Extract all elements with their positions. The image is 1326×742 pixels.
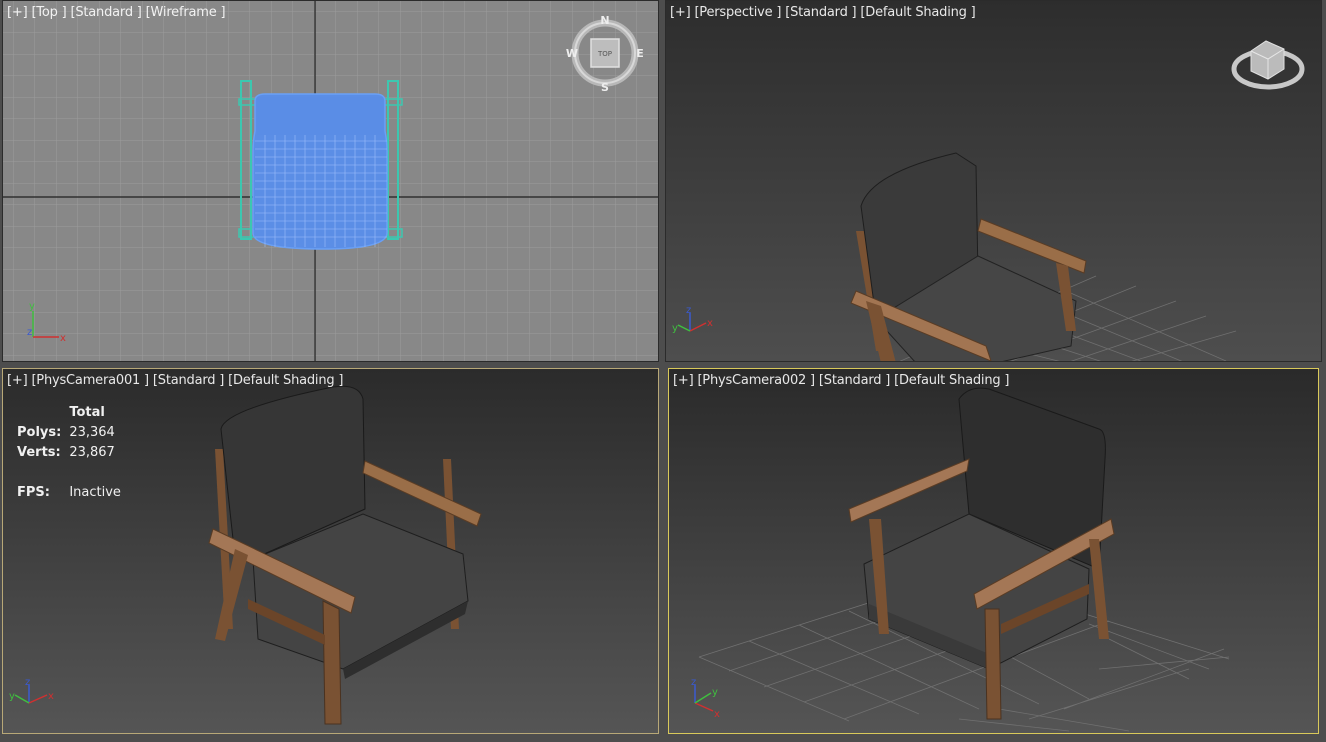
viewport-point-of-view-menu[interactable]: [Top ] [31, 5, 66, 20]
chair-model-perspective[interactable] [850, 152, 1087, 362]
svg-text:y: y [9, 691, 15, 702]
stats-fps-value: Inactive [69, 485, 121, 500]
statistics-overlay: Total Polys: 23,364 Verts: 23,867 FPS: Inac… [17, 403, 129, 503]
svg-text:z: z [27, 327, 32, 338]
svg-text:x: x [714, 709, 720, 720]
stats-fps-label: FPS: [17, 485, 50, 500]
stats-header: Total [69, 405, 105, 420]
viewport-shading-menu[interactable]: [Wireframe ] [146, 5, 226, 20]
chair-model-camera1[interactable] [208, 385, 482, 725]
viewport-label-top: [+] [Top ] [Standard ] [Wireframe ] [7, 5, 229, 20]
stats-verts-label: Verts: [17, 445, 61, 460]
svg-text:x: x [60, 333, 66, 344]
viewport-physcamera001[interactable]: z x y [+] [PhysCamera001 ] [Standard ] [Def… [2, 368, 659, 734]
top-viewport-canvas: TOP N S E W y x z [3, 1, 658, 361]
perspective-viewport-canvas: z x y [672, 40, 1305, 362]
stats-verts-value: 23,867 [69, 445, 115, 460]
axis-tripod: z x y [9, 677, 54, 704]
svg-text:z: z [691, 677, 696, 688]
viewport-menu-plus[interactable]: [+] [673, 373, 694, 388]
viewport-preset-menu[interactable]: [Standard ] [70, 5, 141, 20]
viewport-physcamera002[interactable]: z x y [+] [PhysCamera002 ] [Standard ] [Def… [668, 368, 1319, 734]
viewport-perspective[interactable]: z x y [+] [Perspective ] [Standard ] [Defau… [665, 0, 1322, 362]
viewport-point-of-view-menu[interactable]: [Perspective ] [694, 5, 781, 20]
compass-west[interactable]: W [566, 47, 578, 60]
svg-text:y: y [29, 301, 35, 312]
viewport-shading-menu[interactable]: [Default Shading ] [894, 373, 1009, 388]
axis-tripod: z x y [672, 305, 713, 334]
compass-south[interactable]: S [601, 81, 609, 94]
viewport-layout: TOP N S E W y x z [+] [Top ] [Standard ] [W… [0, 0, 1326, 742]
viewport-shading-menu[interactable]: [Default Shading ] [860, 5, 975, 20]
chair-wireframe-top[interactable] [238, 80, 403, 250]
camera2-viewport-canvas: z x y [691, 387, 1230, 732]
stats-polys-value: 23,364 [69, 425, 115, 440]
svg-text:x: x [48, 691, 54, 702]
viewport-menu-plus[interactable]: [+] [670, 5, 691, 20]
svg-text:z: z [686, 305, 691, 316]
svg-text:y: y [712, 687, 718, 698]
viewport-point-of-view-menu[interactable]: [PhysCamera001 ] [31, 373, 149, 388]
viewport-menu-plus[interactable]: [+] [7, 5, 28, 20]
viewport-label-perspective: [+] [Perspective ] [Standard ] [Default Sha… [670, 5, 980, 20]
svg-text:z: z [25, 677, 30, 688]
viewcube-face-label: TOP [597, 50, 612, 58]
svg-text:y: y [672, 323, 678, 334]
viewport-point-of-view-menu[interactable]: [PhysCamera002 ] [697, 373, 815, 388]
viewport-menu-plus[interactable]: [+] [7, 373, 28, 388]
viewcube-perspective[interactable] [1231, 40, 1305, 90]
axis-tripod: z x y [691, 677, 720, 720]
compass-east[interactable]: E [636, 47, 644, 60]
chair-model-camera2[interactable] [848, 387, 1115, 720]
compass-north[interactable]: N [600, 14, 609, 27]
viewport-label-camera1: [+] [PhysCamera001 ] [Standard ] [Default S… [7, 373, 347, 388]
svg-text:x: x [707, 318, 713, 329]
viewport-top[interactable]: TOP N S E W y x z [+] [Top ] [Standard ] [W… [2, 0, 659, 362]
viewport-shading-menu[interactable]: [Default Shading ] [228, 373, 343, 388]
viewport-preset-menu[interactable]: [Standard ] [819, 373, 890, 388]
viewport-label-camera2: [+] [PhysCamera002 ] [Standard ] [Default S… [673, 373, 1013, 388]
stats-polys-label: Polys: [17, 425, 62, 440]
viewport-preset-menu[interactable]: [Standard ] [153, 373, 224, 388]
viewport-preset-menu[interactable]: [Standard ] [785, 5, 856, 20]
